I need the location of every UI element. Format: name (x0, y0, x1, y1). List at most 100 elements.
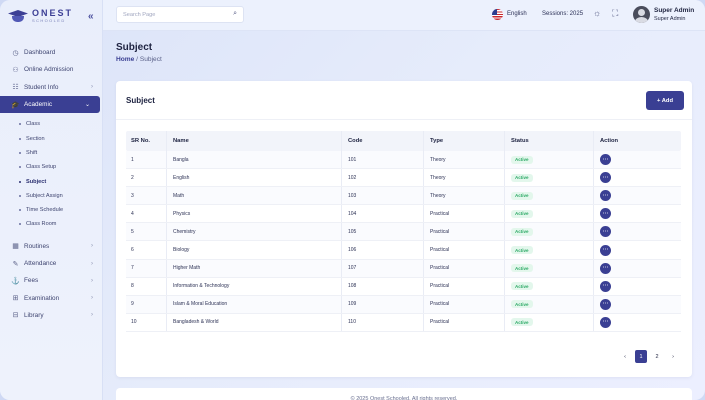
library-icon: ⊟ (12, 312, 19, 320)
table-row: 7 Higher Math 107 Practical Active ⋯ (126, 259, 681, 278)
row-actions-icon[interactable]: ⋯ (600, 262, 611, 274)
sidebar-item-fees[interactable]: ⚓ Fees › (0, 272, 103, 289)
sidebar-item-label: Examination (24, 294, 60, 302)
collapse-sidebar-icon[interactable]: « (88, 11, 94, 22)
submenu-item-class-setup[interactable]: Class Setup (0, 160, 103, 174)
pagination-page-1[interactable]: 1 (635, 350, 647, 363)
sidebar-item-academic[interactable]: 🎓 Academic ⌄ (0, 95, 100, 114)
sidebar-item-online-admission[interactable]: ⚇ Online Admission (0, 61, 103, 78)
graduation-cap-icon (7, 8, 29, 24)
action-cell: ⋯ (594, 296, 681, 313)
submenu-item-section[interactable]: Section (0, 131, 103, 145)
user-icon: ⚇ (12, 66, 19, 74)
name-cell: Math (167, 187, 342, 205)
sidebar-item-label: Dashboard (24, 49, 56, 57)
language-selector[interactable]: English (507, 11, 527, 17)
sidebar-item-routines[interactable]: ▦ Routines › (0, 238, 103, 255)
status-badge: Active (511, 264, 533, 273)
session-selector[interactable]: Sessions: 2025 (542, 11, 583, 17)
status-badge: Active (511, 227, 533, 236)
row-actions-icon[interactable]: ⋯ (600, 298, 611, 310)
chevron-right-icon: › (91, 295, 93, 302)
user-name[interactable]: Super Admin (654, 7, 694, 14)
fullscreen-icon[interactable]: ⛶ (612, 8, 618, 19)
sr-no-cell: 6 (126, 241, 167, 259)
row-actions-icon[interactable]: ⋯ (600, 154, 611, 166)
pagination: ‹ 1 2 › (619, 350, 679, 363)
submenu-item-time-schedule[interactable]: Time Schedule (0, 203, 103, 217)
code-cell: 108 (342, 277, 424, 295)
type-cell: Theory (424, 151, 505, 169)
sidebar-item-library[interactable]: ⊟ Library › (0, 307, 103, 324)
us-flag-icon[interactable] (492, 9, 503, 20)
action-cell: ⋯ (594, 278, 681, 295)
sidebar-item-label: Online Admission (24, 66, 74, 74)
search-icon[interactable]: ⌕ (233, 10, 237, 18)
table-row: 10 Bangladesh & World 110 Practical Active ⋯ (126, 313, 681, 332)
code-cell: 105 (342, 223, 424, 241)
breadcrumb-home-link[interactable]: Home (116, 56, 134, 63)
row-actions-icon[interactable]: ⋯ (600, 172, 611, 184)
anchor-icon: ⚓ (11, 277, 20, 285)
sr-no-cell: 4 (126, 205, 167, 223)
bullet-icon (19, 151, 21, 154)
action-cell: ⋯ (594, 187, 681, 204)
code-cell: 107 (342, 259, 424, 277)
status-cell: Active (505, 187, 594, 205)
row-actions-icon[interactable]: ⋯ (600, 226, 611, 238)
add-subject-button[interactable]: + Add (646, 91, 684, 110)
chevron-down-icon: ⌄ (84, 102, 90, 109)
sr-no-cell: 8 (126, 277, 167, 295)
row-actions-icon[interactable]: ⋯ (600, 316, 611, 328)
action-cell: ⋯ (594, 223, 681, 240)
sr-no-cell: 3 (126, 187, 167, 205)
sun-icon[interactable]: ☼ (593, 8, 601, 18)
id-card-icon: ☷ (12, 84, 19, 92)
status-badge: Active (511, 318, 533, 327)
status-cell: Active (505, 223, 594, 241)
row-actions-icon[interactable]: ⋯ (600, 244, 611, 256)
table-row: 9 Islam & Moral Education 109 Practical Acti… (126, 295, 681, 314)
pagination-prev-button[interactable]: ‹ (619, 350, 631, 363)
type-cell: Theory (424, 187, 505, 205)
type-cell: Practical (424, 313, 505, 331)
column-header: Code (342, 131, 424, 151)
status-badge: Active (511, 282, 533, 291)
type-cell: Practical (424, 295, 505, 313)
row-actions-icon[interactable]: ⋯ (600, 208, 611, 220)
submenu-item-subject-assign[interactable]: Subject Assign (0, 189, 103, 203)
sidebar-item-attendance[interactable]: ✎ Attendance › (0, 255, 103, 272)
chevron-right-icon: › (91, 243, 93, 250)
sidebar-item-label: Library (24, 311, 44, 319)
chevron-right-icon: › (91, 84, 93, 91)
submenu-item-shift[interactable]: Shift (0, 146, 103, 160)
chevron-right-icon: › (91, 277, 93, 284)
row-actions-icon[interactable]: ⋯ (600, 280, 611, 292)
pagination-next-button[interactable]: › (667, 350, 679, 363)
avatar[interactable] (633, 6, 650, 23)
status-cell: Active (505, 295, 594, 313)
brand-logo[interactable]: ONEST SCHOOLED (7, 8, 73, 24)
table-row: 1 Bangla 101 Theory Active ⋯ (126, 151, 681, 170)
action-cell: ⋯ (594, 205, 681, 222)
submenu-item-class[interactable]: Class (0, 117, 103, 131)
submenu-label: Time Schedule (26, 207, 64, 214)
row-actions-icon[interactable]: ⋯ (600, 190, 611, 202)
sidebar-item-student-info[interactable]: ☷ Student Info › (0, 79, 103, 96)
sidebar-item-examination[interactable]: ⊞ Examination › (0, 289, 103, 306)
column-header: Name (167, 131, 342, 151)
name-cell: Information & Technology (167, 277, 342, 295)
submenu-label: Class (26, 121, 40, 128)
footer: © 2025 Onest Schooled. All rights reserv… (116, 388, 692, 400)
search-placeholder: Search Page (123, 11, 156, 18)
pagination-page-2[interactable]: 2 (651, 350, 663, 363)
calendar-icon: ▦ (12, 243, 19, 251)
sidebar-item-label: Routines (24, 242, 50, 250)
search-input[interactable]: Search Page ⌕ (116, 6, 244, 23)
submenu-item-subject[interactable]: Subject (0, 174, 103, 188)
sidebar-item-dashboard[interactable]: ◷ Dashboard (0, 44, 103, 61)
subject-table: SR No. Name Code Type Status Action 1 Ban… (126, 131, 681, 332)
sidebar-item-label: Fees (24, 277, 39, 285)
submenu-item-class-room[interactable]: Class Room (0, 217, 103, 231)
name-cell: Physics (167, 205, 342, 223)
